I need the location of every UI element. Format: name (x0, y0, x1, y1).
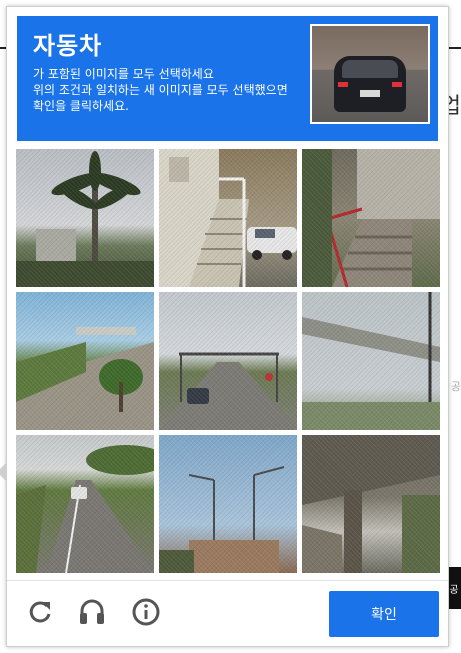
image-grid (16, 149, 440, 573)
reload-icon[interactable] (25, 597, 55, 627)
background-badge: 공 (447, 567, 461, 609)
car-tail-light-left (338, 82, 348, 87)
image-tile-3[interactable] (302, 149, 440, 287)
captcha-instructions: 가 포함된 이미지를 모두 선택하세요 위의 조건과 일치하는 새 이미지를 모… (33, 67, 288, 113)
captcha-widget: 자동차 가 포함된 이미지를 모두 선택하세요 위의 조건과 일치하는 새 이미… (0, 6, 449, 647)
image-tile-1[interactable] (16, 149, 154, 287)
image-tile-7[interactable] (16, 435, 154, 573)
captcha-header: 자동차 가 포함된 이미지를 모두 선택하세요 위의 조건과 일치하는 새 이미… (17, 16, 438, 141)
verify-button[interactable]: 확인 (329, 591, 439, 637)
sample-car-image (310, 24, 430, 124)
car-window (342, 60, 398, 78)
widget-pointer-arrow (0, 462, 7, 482)
car-tail-light-right (392, 82, 402, 87)
footer-divider (7, 580, 448, 581)
car-license-plate (360, 90, 380, 97)
image-tile-5[interactable] (159, 292, 297, 430)
image-tile-4[interactable] (16, 292, 154, 430)
image-tile-2[interactable] (159, 149, 297, 287)
image-tile-8[interactable] (159, 435, 297, 573)
headphones-icon[interactable] (77, 597, 107, 627)
info-icon[interactable] (131, 597, 161, 627)
image-tile-6[interactable] (302, 292, 440, 430)
background-text-fragment-2: 공 (450, 380, 461, 393)
image-tile-9[interactable] (302, 435, 440, 573)
